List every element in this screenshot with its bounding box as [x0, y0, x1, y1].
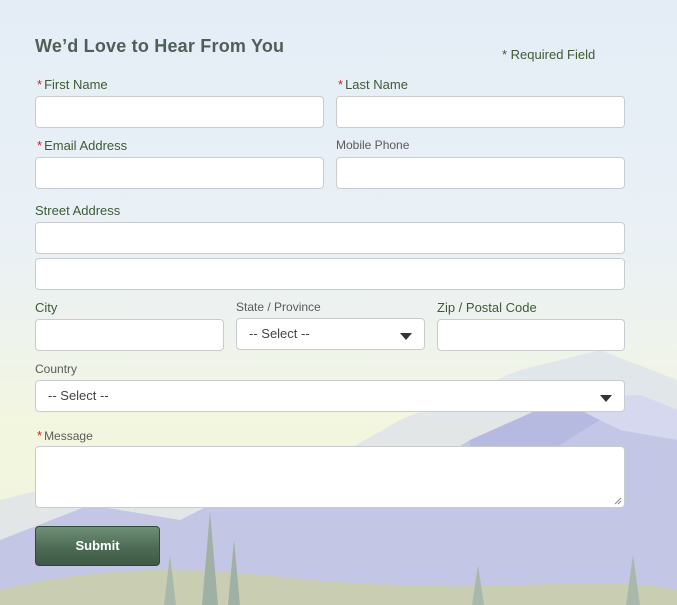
chevron-down-icon: [400, 333, 412, 340]
email-label: * Email Address: [37, 138, 127, 153]
state-province-selected: -- Select --: [249, 326, 310, 341]
contact-form: We’d Love to Hear From You * Required Fi…: [0, 0, 677, 605]
street-address-line2-input[interactable]: [35, 258, 625, 290]
city-input[interactable]: [35, 319, 224, 351]
zip-label: Zip / Postal Code: [437, 300, 537, 315]
state-province-select[interactable]: -- Select --: [236, 318, 425, 350]
required-marker: *: [37, 428, 43, 443]
mobile-phone-input[interactable]: [336, 157, 625, 189]
required-marker: *: [37, 138, 43, 153]
country-select[interactable]: -- Select --: [35, 380, 625, 412]
street-address-label: Street Address: [35, 203, 121, 218]
chevron-down-icon: [600, 395, 612, 402]
country-selected: -- Select --: [48, 388, 109, 403]
resize-handle-icon[interactable]: [614, 497, 622, 505]
message-label-text: Message: [44, 429, 93, 443]
street-address-line1-input[interactable]: [35, 222, 625, 254]
city-label: City: [35, 300, 58, 315]
state-province-label: State / Province: [236, 300, 321, 314]
message-label: * Message: [37, 428, 93, 443]
message-textarea[interactable]: [35, 446, 625, 508]
first-name-input[interactable]: [35, 96, 324, 128]
last-name-label: * Last Name: [338, 77, 408, 92]
submit-button[interactable]: Submit: [35, 526, 160, 566]
last-name-label-text: Last Name: [345, 77, 408, 92]
required-marker: *: [37, 77, 43, 92]
email-input[interactable]: [35, 157, 324, 189]
required-field-note: * Required Field: [502, 47, 596, 62]
last-name-input[interactable]: [336, 96, 625, 128]
form-title: We’d Love to Hear From You: [35, 36, 285, 56]
first-name-label: * First Name: [37, 77, 108, 92]
email-label-text: Email Address: [44, 138, 128, 153]
required-marker: *: [338, 77, 344, 92]
zip-input[interactable]: [437, 319, 625, 351]
country-label: Country: [35, 362, 78, 376]
first-name-label-text: First Name: [44, 77, 108, 92]
mobile-phone-label: Mobile Phone: [336, 138, 410, 152]
